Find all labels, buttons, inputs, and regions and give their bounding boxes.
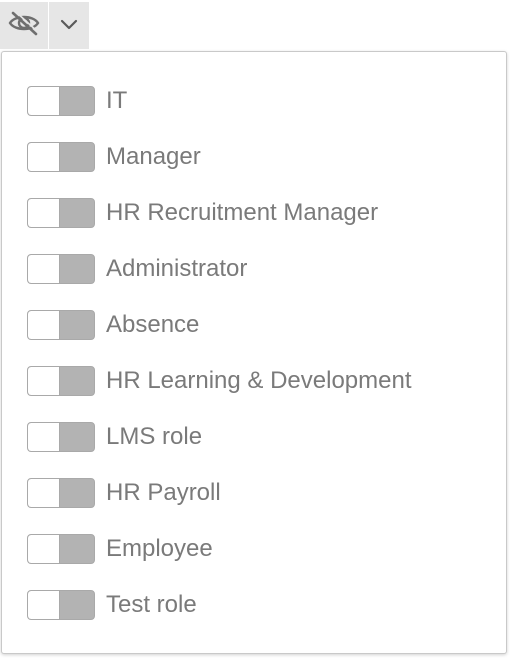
role-toggle-switch[interactable] xyxy=(27,310,95,340)
role-item[interactable]: IT xyxy=(2,81,506,121)
toggle-knob xyxy=(28,199,60,227)
role-label: Test role xyxy=(106,591,197,618)
role-item[interactable]: HR Payroll xyxy=(2,473,506,513)
toggle-knob xyxy=(28,479,60,507)
role-toggle-switch[interactable] xyxy=(27,422,95,452)
toggle-knob xyxy=(28,367,60,395)
visibility-toggle-button[interactable] xyxy=(0,2,48,49)
role-item[interactable]: Manager xyxy=(2,137,506,177)
toggle-knob xyxy=(28,591,60,619)
role-label: HR Recruitment Manager xyxy=(106,199,379,226)
role-label: Absence xyxy=(106,311,200,338)
toggle-knob xyxy=(28,87,60,115)
role-item[interactable]: LMS role xyxy=(2,417,506,457)
toggle-knob xyxy=(28,535,60,563)
role-toggle-switch[interactable] xyxy=(27,254,95,284)
role-toggle-switch[interactable] xyxy=(27,590,95,620)
role-item[interactable]: Employee xyxy=(2,529,506,569)
role-label: Administrator xyxy=(106,255,248,282)
role-item[interactable]: Administrator xyxy=(2,249,506,289)
role-item[interactable]: Absence xyxy=(2,305,506,345)
page: IT Manager HR Recruitment Manager Administr… xyxy=(0,0,510,658)
role-toggle-switch[interactable] xyxy=(27,86,95,116)
toolbar xyxy=(0,0,92,50)
role-item[interactable]: HR Recruitment Manager xyxy=(2,193,506,233)
role-item[interactable]: Test role xyxy=(2,585,506,625)
role-item[interactable]: HR Learning & Development xyxy=(2,361,506,401)
role-toggle-switch[interactable] xyxy=(27,534,95,564)
role-label: HR Learning & Development xyxy=(106,367,412,394)
role-toggle-switch[interactable] xyxy=(27,478,95,508)
role-toggle-switch[interactable] xyxy=(27,366,95,396)
toggle-knob xyxy=(28,255,60,283)
role-label: Manager xyxy=(106,143,201,170)
toggle-knob xyxy=(28,143,60,171)
role-label: Employee xyxy=(106,535,213,562)
role-toggle-switch[interactable] xyxy=(27,142,95,172)
chevron-down-icon xyxy=(60,17,78,35)
role-label: IT xyxy=(106,87,128,114)
toggle-knob xyxy=(28,423,60,451)
eye-slash-icon xyxy=(7,9,41,42)
role-label: LMS role xyxy=(106,423,203,450)
role-toggle-switch[interactable] xyxy=(27,198,95,228)
toggle-knob xyxy=(28,311,60,339)
role-label: HR Payroll xyxy=(106,479,221,506)
dropdown-toggle-button[interactable] xyxy=(49,2,89,49)
roles-dropdown-panel: IT Manager HR Recruitment Manager Administr… xyxy=(1,51,507,654)
